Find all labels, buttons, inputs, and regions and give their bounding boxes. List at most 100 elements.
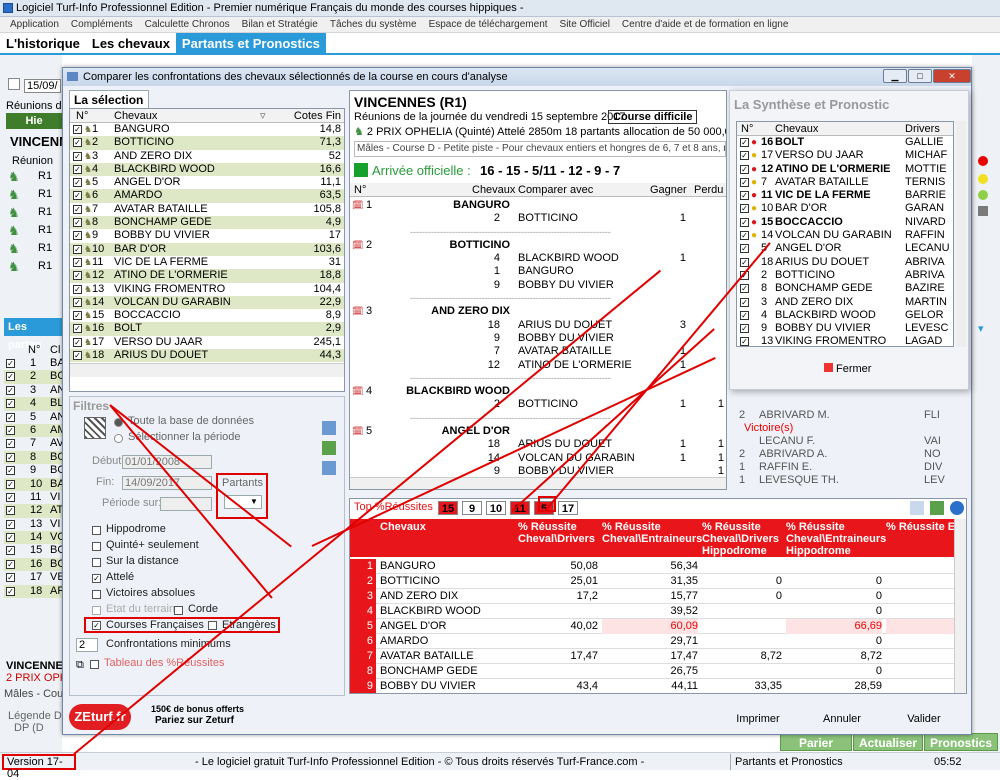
debut-field[interactable]: 01/01/2008 <box>122 455 212 469</box>
menu-item[interactable]: Tâches du système <box>324 17 423 32</box>
reunion-row[interactable]: ♞ R1 <box>8 242 62 260</box>
table-row[interactable]: 1 BANGURO 50,08 56,34 <box>350 559 954 574</box>
hier-button[interactable]: Hie <box>6 113 62 129</box>
refresh-icon[interactable] <box>322 441 336 455</box>
checkbox[interactable]: ✓ <box>740 191 749 201</box>
col-gagner[interactable]: Gagner <box>650 183 687 197</box>
table-row[interactable]: 6 AMARDO 29,71 0 <box>350 634 954 649</box>
checkbox[interactable]: ✓ <box>740 310 749 320</box>
chk-quinte[interactable] <box>92 542 101 551</box>
checkbox[interactable]: ✓ <box>6 399 15 409</box>
checkbox[interactable]: ✓ <box>73 271 82 281</box>
chk-attele[interactable]: ✓ <box>92 574 101 583</box>
edit-icon[interactable] <box>978 206 988 216</box>
valider-button[interactable]: Valider <box>889 709 959 729</box>
list-item[interactable]: ✓ ♞ 15 BOCCACCIO 8,9 <box>70 309 344 322</box>
bg-partant-row[interactable]: ✓ 11 VI <box>4 491 62 504</box>
menu-item[interactable]: Espace de téléchargement <box>423 17 554 32</box>
list-item[interactable]: ✓ ● 14 VOLCAN DU GARABIN RAFFIN <box>737 229 953 242</box>
checkbox[interactable]: ✓ <box>6 452 15 462</box>
menu-item[interactable]: Compléments <box>65 17 139 32</box>
zeturf-logo[interactable]: ZEturf.fr <box>69 704 131 730</box>
list-item[interactable]: ✓ ● 10 BAR D'OR GARAN <box>737 202 953 215</box>
col-chevaux[interactable]: Chevaux <box>775 122 818 136</box>
pronostics-button[interactable]: Pronostics <box>924 733 998 751</box>
list-item[interactable]: ✓ ● 15 BOCCACCIO NIVARD <box>737 216 953 229</box>
chk-etrangeres[interactable] <box>208 621 217 630</box>
chk-terrain[interactable] <box>92 606 101 615</box>
race-compare-row[interactable]: 4 BLACKBIRD WOOD 1 <box>350 252 726 265</box>
list-item[interactable]: ✓ ♞ 6 AMARDO 63,5 <box>70 189 344 203</box>
checkbox[interactable]: ✓ <box>6 479 15 489</box>
checkbox[interactable]: ✓ <box>740 284 749 294</box>
col-n[interactable]: N° <box>741 122 753 136</box>
menu-item[interactable]: Bilan et Stratégie <box>236 17 324 32</box>
table-row[interactable]: 5 ANGEL D'OR 40,02 60,09 66,69 <box>350 619 954 634</box>
help-icon[interactable] <box>950 501 964 515</box>
checkbox[interactable]: ✓ <box>6 466 15 476</box>
checkbox[interactable]: ✓ <box>6 506 15 516</box>
status-dot-yellow[interactable] <box>978 174 988 184</box>
list-item[interactable]: ✓ ● 16 BOLT GALLIE <box>737 136 953 149</box>
col-drivers[interactable]: Drivers <box>905 122 940 136</box>
chk-francaises[interactable]: ✓ <box>92 621 101 630</box>
checkbox[interactable]: ✓ <box>6 519 15 529</box>
bg-partant-row[interactable]: ✓ 2 BO <box>4 370 66 384</box>
col-n[interactable]: N° <box>354 183 366 197</box>
race-compare-row[interactable]: 2 BOTTICINO 1 <box>350 212 726 225</box>
list-item[interactable]: ✓ ♞ 5 ANGEL D'OR 11,1 <box>70 176 344 189</box>
col-entraineurs-d[interactable]: % Réussite Entraineurs\D <box>886 521 954 533</box>
checkbox[interactable]: ✓ <box>73 125 82 134</box>
checkbox[interactable]: ✓ <box>6 412 15 422</box>
reunion-row[interactable]: ♞ R1 <box>8 224 62 242</box>
checkbox[interactable]: ✓ <box>73 204 82 214</box>
list-item[interactable]: ✓ 3 AND ZERO DIX MARTIN <box>737 296 953 309</box>
menu-item[interactable]: Application <box>4 17 65 32</box>
checkbox[interactable]: ✓ <box>740 324 749 334</box>
bg-partant-row[interactable]: ✓ 17 VE <box>4 571 65 584</box>
fin-field[interactable]: 14/09/2017 <box>122 476 212 490</box>
top-box[interactable]: 9 <box>462 501 482 515</box>
checkbox[interactable]: ✓ <box>740 217 749 227</box>
dropdown-arrow-icon[interactable]: ▼ <box>250 497 258 506</box>
copy-icon[interactable] <box>322 421 336 435</box>
checkbox[interactable]: ✓ <box>6 546 15 556</box>
table-row[interactable]: 4 BLACKBIRD WOOD 39,52 0 <box>350 604 954 619</box>
bg-partant-row[interactable]: ✓ 4 BL <box>4 397 63 411</box>
col-chevaux[interactable]: Chevaux <box>380 521 516 533</box>
list-item[interactable]: ✓ 18 ARIUS DU DOUET ABRIVA <box>737 256 953 269</box>
sort-icon[interactable]: ▿ <box>260 109 266 123</box>
checkbox[interactable]: ✓ <box>740 138 749 147</box>
checkbox[interactable]: ✓ <box>740 297 749 307</box>
checkbox[interactable]: ✓ <box>73 297 82 307</box>
bg-partant-row[interactable]: ✓ 15 BO <box>4 544 66 557</box>
synthese-scrollbar[interactable] <box>956 121 966 347</box>
checkbox[interactable]: ✓ <box>6 559 15 569</box>
bg-partant-row[interactable]: ✓ 3 AN <box>4 384 65 397</box>
list-item[interactable]: ✓ 8 BONCHAMP GEDE BAZIRE <box>737 282 953 295</box>
status-dot-green[interactable] <box>978 190 988 200</box>
periode-select[interactable] <box>160 497 212 511</box>
status-dot-red[interactable] <box>978 156 988 166</box>
chk-corde[interactable] <box>174 606 183 615</box>
list-item[interactable]: ✓ 9 BOBBY DU VIVIER LEVESC <box>737 322 953 335</box>
reunion-row[interactable]: ♞ R1 <box>8 170 62 188</box>
checkbox[interactable]: ✓ <box>73 218 82 228</box>
chk-distance[interactable] <box>92 558 101 567</box>
list-item[interactable]: ✓ ♞ 17 VERSO DU JAAR 245,1 <box>70 336 344 349</box>
bg-partant-row[interactable]: ✓ 13 VI <box>4 518 62 531</box>
checkbox[interactable]: ✓ <box>73 138 82 148</box>
checkbox[interactable]: ✓ <box>740 257 749 267</box>
checkbox[interactable]: ✓ <box>6 359 15 368</box>
checkbox[interactable]: ✓ <box>73 191 82 201</box>
bg-partant-row[interactable]: ✓ 9 BO <box>4 464 66 477</box>
imprimer-button[interactable]: Imprimer <box>723 709 793 729</box>
checkbox[interactable]: ✓ <box>73 284 82 294</box>
list-item[interactable]: ✓ 2 BOTTICINO ABRIVA <box>737 269 953 282</box>
col-n[interactable]: N° <box>76 109 88 123</box>
tab-chevaux[interactable]: Les chevaux <box>86 33 176 53</box>
race-group-row[interactable]: 🗓 1 BANGURO <box>350 199 726 212</box>
col-cheval-drivers-hippo[interactable]: % Réussite Cheval\Drivers Hippodrome <box>702 521 782 557</box>
reunion-row[interactable]: ♞ R1 <box>8 260 62 278</box>
race-group-row[interactable]: 🗓 4 BLACKBIRD WOOD <box>350 385 726 398</box>
